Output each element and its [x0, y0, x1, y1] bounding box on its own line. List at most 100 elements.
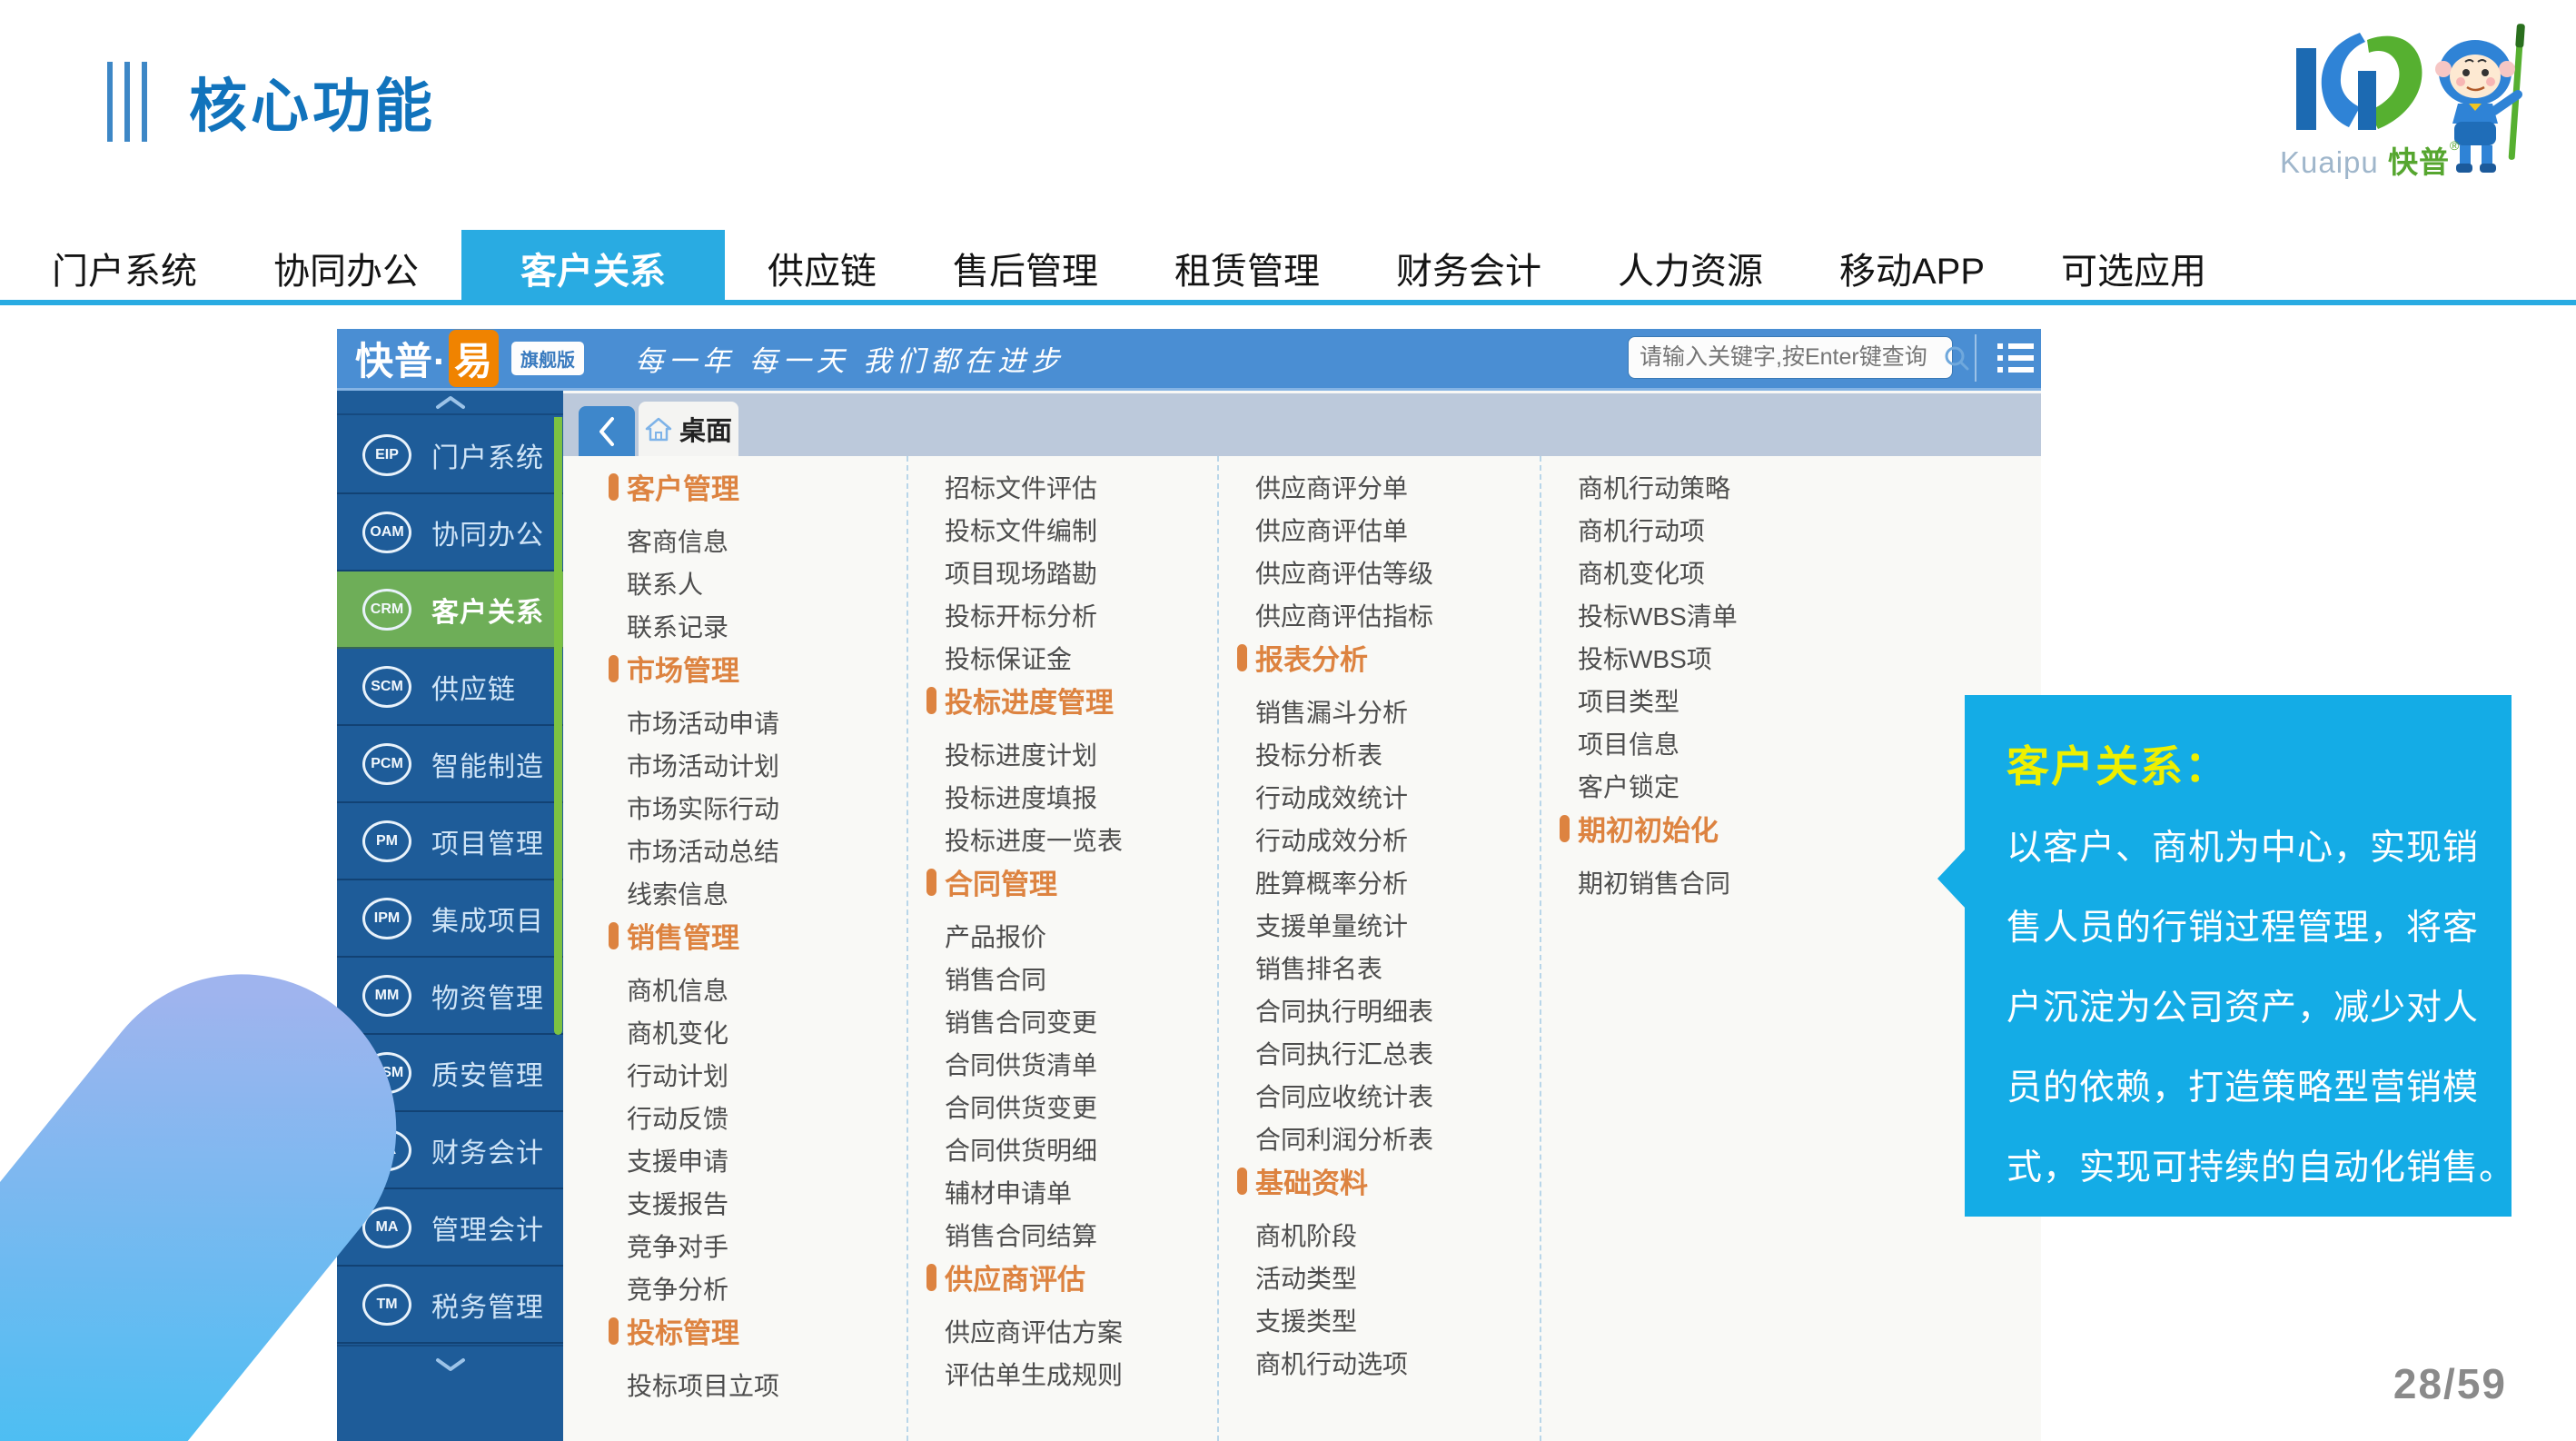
- menu-item[interactable]: 供应商评估等级: [1219, 551, 1540, 593]
- top-tab[interactable]: 移动APP: [1806, 230, 2018, 305]
- top-tab[interactable]: 售后管理: [919, 230, 1132, 305]
- menu-item[interactable]: 支援单量统计: [1219, 903, 1540, 946]
- sidebar-scrollbar[interactable]: [554, 417, 562, 1035]
- menu-item[interactable]: 销售合同: [908, 957, 1217, 999]
- menu-item[interactable]: 投标分析表: [1219, 732, 1540, 775]
- top-tab[interactable]: 可选应用: [2027, 230, 2240, 305]
- menu-item[interactable]: 招标文件评估: [908, 465, 1217, 508]
- menu-item[interactable]: 销售排名表: [1219, 946, 1540, 989]
- search-icon[interactable]: [1943, 344, 1970, 372]
- menu-item[interactable]: 行动计划: [590, 1053, 907, 1096]
- menu-column-2: 招标文件评估投标文件编制项目现场踏勘投标开标分析投标保证金投标进度管理投标进度计…: [908, 456, 1219, 1441]
- menu-item[interactable]: 投标进度计划: [908, 732, 1217, 775]
- sidebar-item-crm[interactable]: CRM客户关系: [337, 571, 563, 649]
- header-divider: [1975, 334, 1977, 382]
- menu-item[interactable]: 商机行动项: [1541, 508, 1864, 551]
- menu-item[interactable]: 评估单生成规则: [908, 1352, 1217, 1395]
- menu-column-1: 客户管理客商信息联系人联系记录市场管理市场活动申请市场活动计划市场实际行动市场活…: [590, 456, 908, 1441]
- menu-item[interactable]: 商机行动策略: [1541, 465, 1864, 508]
- menu-item[interactable]: 投标WBS项: [1541, 636, 1864, 679]
- menu-item[interactable]: 项目信息: [1541, 721, 1864, 764]
- menu-item[interactable]: 竞争对手: [590, 1224, 907, 1267]
- menu-item[interactable]: 合同供货明细: [908, 1128, 1217, 1170]
- menu-item[interactable]: 投标进度填报: [908, 775, 1217, 818]
- menu-item[interactable]: 投标进度一览表: [908, 818, 1217, 860]
- menu-item[interactable]: 合同利润分析表: [1219, 1117, 1540, 1159]
- menu-item[interactable]: 投标项目立项: [590, 1363, 907, 1406]
- menu-item[interactable]: 市场活动申请: [590, 701, 907, 743]
- menu-item[interactable]: 合同执行明细表: [1219, 989, 1540, 1031]
- menu-item[interactable]: 辅材申请单: [908, 1170, 1217, 1213]
- menu-item[interactable]: 合同供货变更: [908, 1085, 1217, 1128]
- menu-item[interactable]: 合同执行汇总表: [1219, 1031, 1540, 1074]
- menu-item[interactable]: 销售合同变更: [908, 999, 1217, 1042]
- menu-item[interactable]: 活动类型: [1219, 1256, 1540, 1298]
- menu-item[interactable]: 商机变化项: [1541, 551, 1864, 593]
- menu-item[interactable]: 项目类型: [1541, 679, 1864, 721]
- sidebar-scroll-up[interactable]: [337, 391, 563, 415]
- menu-item[interactable]: 商机变化: [590, 1010, 907, 1053]
- menu-item[interactable]: 行动成效分析: [1219, 818, 1540, 860]
- sidebar-item-scm[interactable]: SCM供应链: [337, 649, 563, 726]
- menu-item[interactable]: 联系人: [590, 561, 907, 604]
- sidebar-scroll-down[interactable]: [337, 1345, 563, 1441]
- menu-item[interactable]: 市场实际行动: [590, 786, 907, 829]
- menu-item[interactable]: 胜算概率分析: [1219, 860, 1540, 903]
- menu-item[interactable]: 期初销售合同: [1541, 860, 1864, 903]
- menu-item[interactable]: 客商信息: [590, 519, 907, 561]
- menu-item[interactable]: 支援申请: [590, 1138, 907, 1181]
- search-input[interactable]: [1629, 344, 1943, 371]
- menu-item[interactable]: 投标文件编制: [908, 508, 1217, 551]
- top-tab[interactable]: 租赁管理: [1141, 230, 1353, 305]
- menu-item[interactable]: 投标WBS清单: [1541, 593, 1864, 636]
- sidebar-item-mm[interactable]: MM物资管理: [337, 958, 563, 1035]
- menu-item[interactable]: 供应商评估单: [1219, 508, 1540, 551]
- menu-item[interactable]: 项目现场踏勘: [908, 551, 1217, 593]
- top-tab[interactable]: 协同办公: [240, 230, 452, 305]
- section-bullet-icon: [926, 869, 936, 896]
- sidebar-item-pm[interactable]: PM项目管理: [337, 803, 563, 880]
- menu-item[interactable]: 投标保证金: [908, 636, 1217, 679]
- sidebar-item-label: 质安管理: [431, 1053, 544, 1093]
- search-box[interactable]: [1628, 336, 1953, 379]
- top-tab[interactable]: 财务会计: [1362, 230, 1575, 305]
- menu-item[interactable]: 合同供货清单: [908, 1042, 1217, 1085]
- sidebar-item-label: 协同办公: [431, 512, 544, 552]
- back-button[interactable]: [579, 406, 635, 456]
- top-tab[interactable]: 客户关系: [461, 230, 725, 305]
- menu-item[interactable]: 支援类型: [1219, 1298, 1540, 1341]
- top-tab[interactable]: 门户系统: [18, 230, 231, 305]
- menu-item[interactable]: 线索信息: [590, 871, 907, 914]
- menu-item[interactable]: 销售漏斗分析: [1219, 690, 1540, 732]
- menu-item[interactable]: 市场活动总结: [590, 829, 907, 871]
- menu-list-icon[interactable]: [1996, 340, 2036, 376]
- menu-section-header: 投标进度管理: [908, 679, 1217, 721]
- menu-item[interactable]: 投标开标分析: [908, 593, 1217, 636]
- sidebar-item-pcm[interactable]: PCM智能制造: [337, 726, 563, 803]
- menu-item[interactable]: 商机行动选项: [1219, 1341, 1540, 1384]
- module-acronym-badge: PM: [362, 820, 411, 862]
- menu-item[interactable]: 销售合同结算: [908, 1213, 1217, 1256]
- menu-item[interactable]: 产品报价: [908, 914, 1217, 957]
- sidebar-item-oam[interactable]: OAM协同办公: [337, 494, 563, 571]
- menu-item[interactable]: 联系记录: [590, 604, 907, 647]
- tab-desktop[interactable]: 桌面: [639, 402, 738, 456]
- menu-item[interactable]: 行动反馈: [590, 1096, 907, 1138]
- menu-item[interactable]: 商机信息: [590, 968, 907, 1010]
- menu-item[interactable]: 行动成效统计: [1219, 775, 1540, 818]
- menu-item[interactable]: 商机阶段: [1219, 1213, 1540, 1256]
- menu-item[interactable]: 供应商评估指标: [1219, 593, 1540, 636]
- sidebar-item-ipm[interactable]: IPM集成项目: [337, 880, 563, 958]
- menu-item[interactable]: 客户锁定: [1541, 764, 1864, 807]
- menu-item[interactable]: 供应商评估方案: [908, 1309, 1217, 1352]
- module-sidebar: EIP门户系统OAM协同办公CRM客户关系SCM供应链PCM智能制造PM项目管理…: [337, 391, 563, 1441]
- menu-item[interactable]: 合同应收统计表: [1219, 1074, 1540, 1117]
- sidebar-item-tm[interactable]: TM税务管理: [337, 1267, 563, 1344]
- menu-item[interactable]: 竞争分析: [590, 1267, 907, 1309]
- menu-item[interactable]: 供应商评分单: [1219, 465, 1540, 508]
- menu-item[interactable]: 市场活动计划: [590, 743, 907, 786]
- top-tab[interactable]: 供应链: [734, 230, 910, 305]
- menu-item[interactable]: 支援报告: [590, 1181, 907, 1224]
- top-tab[interactable]: 人力资源: [1584, 230, 1797, 305]
- sidebar-item-eip[interactable]: EIP门户系统: [337, 417, 563, 494]
